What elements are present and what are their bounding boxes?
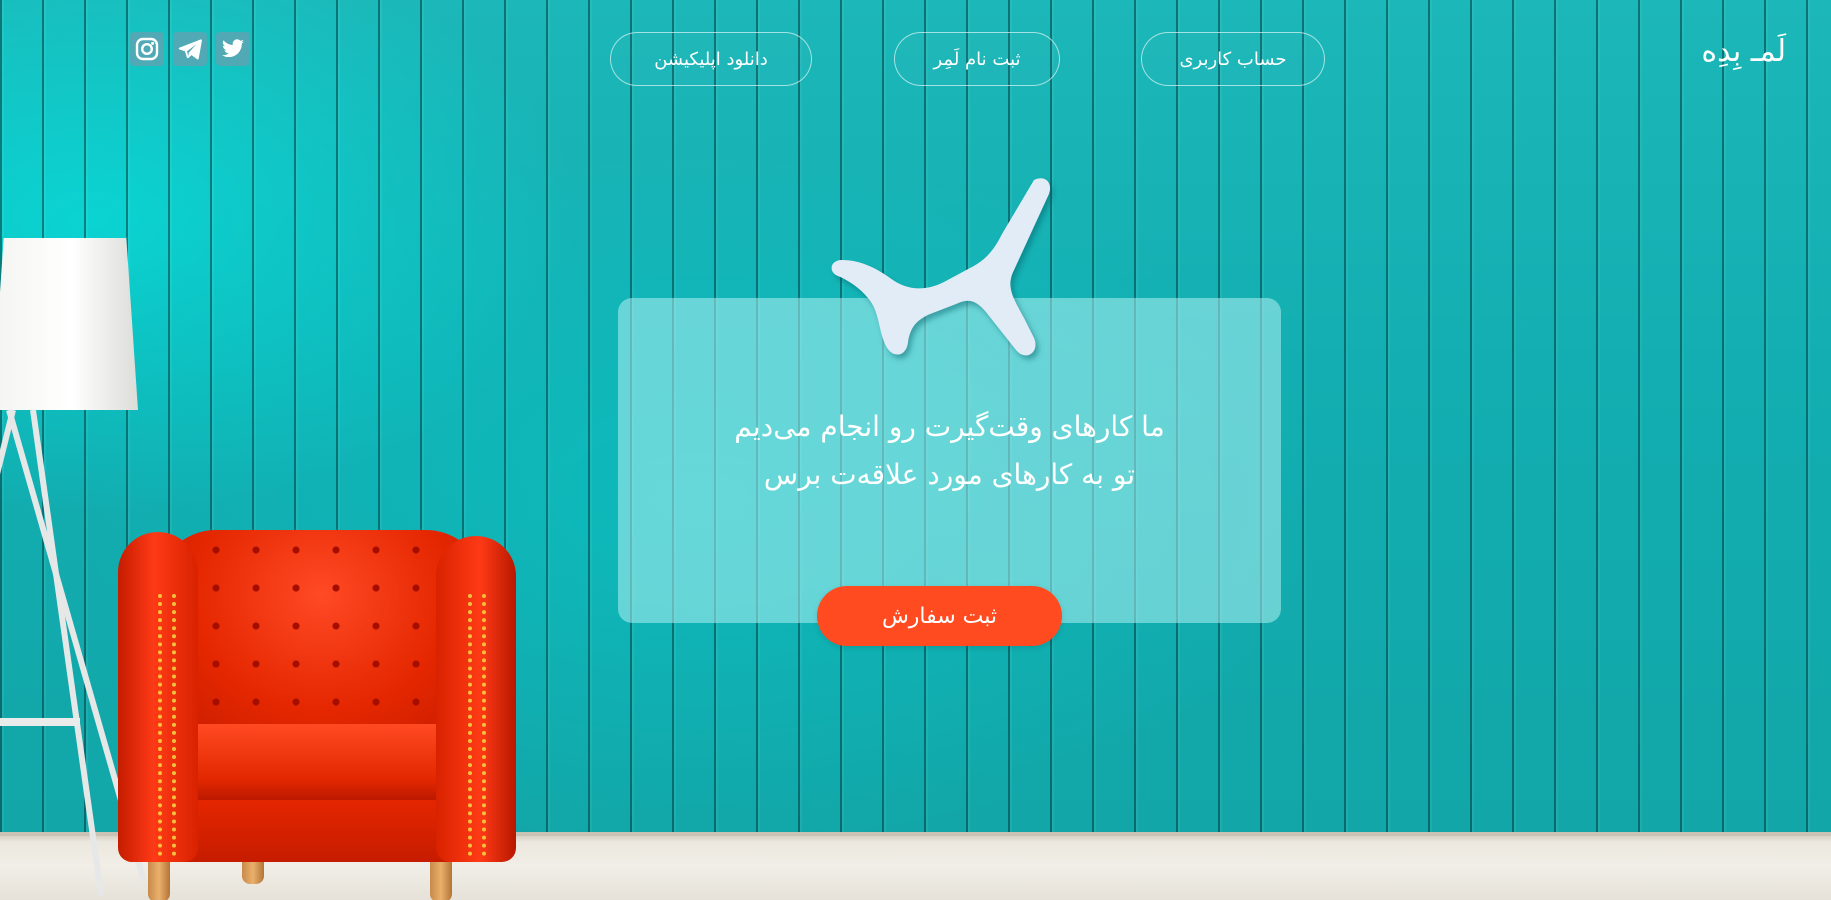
lamer-mascot-icon [831, 178, 1051, 356]
chair-piping [468, 594, 472, 856]
register-lamer-button[interactable]: ثبت نام لَمِر [894, 32, 1060, 86]
site-logo[interactable]: لَمـ بِدِه [1701, 34, 1786, 69]
chair-piping [482, 594, 486, 856]
chair-leg [430, 858, 452, 900]
lamp-shelf [0, 718, 80, 726]
submit-order-button[interactable]: ثبت سفارش [817, 586, 1062, 646]
chair-piping [172, 594, 176, 856]
download-app-button[interactable]: دانلود اپلیکیشن [610, 32, 812, 86]
lamp-shade [0, 238, 138, 410]
twitter-icon[interactable] [216, 32, 250, 66]
hero-headline-line2: تو به کارهای مورد علاقه‌ت برس [763, 458, 1136, 491]
chair-piping [158, 594, 162, 856]
instagram-icon[interactable] [130, 32, 164, 66]
chair-seat [184, 724, 460, 804]
telegram-icon[interactable] [173, 32, 207, 66]
chair-arm-right [436, 536, 516, 862]
chair-leg [148, 858, 170, 900]
hero-headline-line1: ما کارهای وقت‌گیرت رو انجام می‌دیم [734, 410, 1165, 443]
red-armchair-image [118, 524, 528, 900]
account-button[interactable]: حساب کاربری [1141, 32, 1325, 86]
